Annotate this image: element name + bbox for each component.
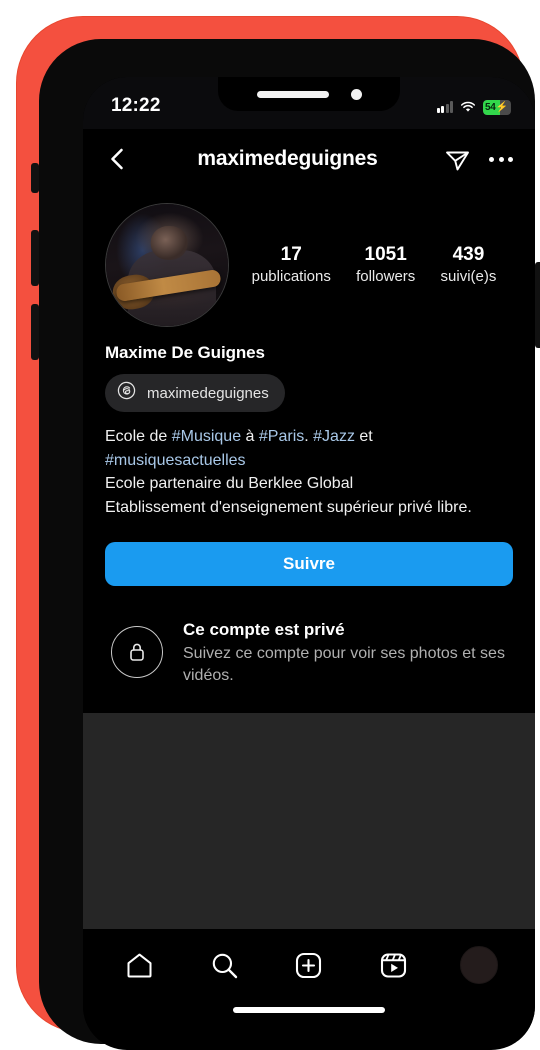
earpiece-speaker (256, 90, 329, 98)
bio-text: et (354, 428, 373, 445)
phone-screen: 12:22 54 ⚡ maximedeguignes 17 publicatio… (83, 77, 535, 1050)
volume-down-button[interactable] (31, 304, 39, 360)
follow-button-label: Suivre (283, 553, 335, 573)
reels-icon[interactable] (368, 939, 420, 991)
bio-line-1: Ecole de #Musique à #Paris. #Jazz et #mu… (105, 428, 373, 469)
stat-value: 439 (452, 244, 485, 265)
stat-followers[interactable]: 1051 followers (356, 243, 415, 287)
bio-text: . (304, 428, 314, 445)
header-actions (444, 146, 513, 173)
front-camera-icon (350, 88, 362, 100)
share-paper-plane-icon[interactable] (444, 146, 471, 173)
stat-value: 17 (280, 244, 302, 265)
profile-avatar-icon[interactable] (453, 939, 505, 991)
phone-bezel: 12:22 54 ⚡ maximedeguignes 17 publicatio… (39, 39, 535, 1050)
bio-line-2: Ecole partenaire du Berklee Global (105, 475, 354, 493)
back-chevron-icon[interactable] (105, 146, 131, 172)
empty-posts-grid (83, 713, 535, 930)
stat-publications[interactable]: 17 publications (252, 243, 331, 287)
home-icon[interactable] (113, 939, 165, 991)
profile-stats: 17 publications 1051 followers 439 suivi… (229, 243, 513, 287)
nav-avatar (459, 946, 498, 985)
threads-handle: maximedeguignes (147, 384, 269, 402)
bio-text: à (241, 428, 259, 445)
search-icon[interactable] (198, 939, 250, 991)
home-indicator-bar (233, 1007, 385, 1014)
stat-label: followers (356, 267, 416, 285)
private-notice-title: Ce compte est privé (183, 619, 345, 639)
threads-logo-icon (117, 381, 136, 405)
power-button[interactable] (535, 262, 540, 348)
stat-following[interactable]: 439 suivi(e)s (441, 243, 497, 287)
phone-frame: 12:22 54 ⚡ maximedeguignes 17 publicatio… (17, 17, 540, 1050)
profile-bio: Ecole de #Musique à #Paris. #Jazz et #mu… (105, 425, 513, 520)
private-notice-text: Ce compte est privé Suivez ce compte pou… (183, 620, 513, 688)
bio-line-3: Etablissement d'enseignement supérieur p… (105, 499, 472, 517)
bio-text: Ecole de (105, 428, 172, 445)
private-notice-subtitle: Suivez ce compte pour voir ses photos et… (183, 644, 505, 685)
status-bar-time: 12:22 (111, 95, 161, 116)
hashtag-musique[interactable]: #Musique (172, 428, 241, 445)
profile-content: 17 publications 1051 followers 439 suivi… (83, 189, 535, 930)
page-title: maximedeguignes (197, 147, 378, 170)
volume-up-button[interactable] (31, 230, 39, 286)
more-options-icon[interactable] (489, 151, 513, 168)
avatar[interactable] (105, 203, 229, 327)
hashtag-jazz[interactable]: #Jazz (313, 428, 355, 445)
hashtag-musiquesactuelles[interactable]: #musiquesactuelles (105, 452, 246, 469)
screenshot-stage: 12:22 54 ⚡ maximedeguignes 17 publicatio… (0, 0, 540, 1050)
lock-icon (111, 625, 163, 678)
bottom-navigation-bar (83, 929, 535, 1002)
status-bar-indicators: 54 ⚡ (436, 99, 511, 115)
battery-charging-icon: ⚡ (495, 101, 508, 113)
follow-button[interactable]: Suivre (105, 541, 513, 586)
notch (218, 77, 400, 111)
cellular-signal-icon (436, 101, 453, 113)
stat-value: 1051 (364, 244, 407, 265)
stat-label: suivi(e)s (440, 267, 497, 285)
profile-header-row: 17 publications 1051 followers 439 suivi… (83, 189, 535, 327)
wifi-icon (460, 101, 476, 113)
profile-meta: Maxime De Guignes maximedeguignes Ecole … (83, 327, 535, 520)
threads-badge[interactable]: maximedeguignes (105, 374, 285, 412)
create-post-icon[interactable] (283, 939, 335, 991)
battery-level-text: 54 (485, 101, 496, 113)
silent-switch-button[interactable] (31, 163, 39, 193)
hashtag-paris[interactable]: #Paris (259, 428, 304, 445)
battery-indicator: 54 ⚡ (483, 99, 511, 115)
private-account-notice: Ce compte est privé Suivez ce compte pou… (83, 586, 535, 714)
home-indicator[interactable] (83, 1001, 535, 1042)
app-header: maximedeguignes (83, 129, 535, 189)
profile-full-name: Maxime De Guignes (105, 343, 265, 362)
stat-label: publications (251, 267, 331, 285)
